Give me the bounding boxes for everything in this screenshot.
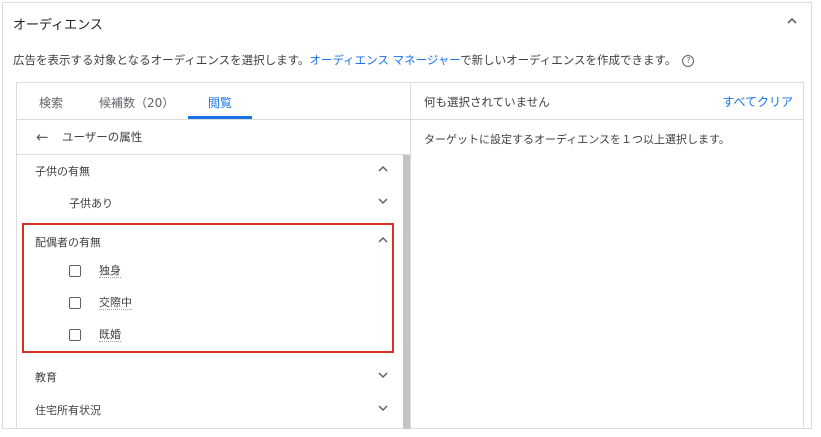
tab-candidates[interactable]: 候補数（20） bbox=[99, 94, 174, 111]
audience-card: オーディエンス 広告を表示する対象となるオーディエンスを選択します。オーディエン… bbox=[2, 2, 812, 429]
category-label: 教育 bbox=[35, 371, 57, 384]
audience-browser-panel: 検索 候補数（20） 閲覧 ← ユーザーの属性 子供の有無 子供あり 配偶者の有… bbox=[16, 82, 411, 429]
selection-status: 何も選択されていません bbox=[424, 95, 550, 109]
tab-search[interactable]: 検索 bbox=[39, 94, 63, 111]
description: 広告を表示する対象となるオーディエンスを選択します。オーディエンス マネージャー… bbox=[13, 52, 695, 68]
collapse-section-icon[interactable] bbox=[785, 14, 799, 28]
help-icon[interactable]: ? bbox=[682, 54, 695, 67]
subcategory-label: 子供あり bbox=[69, 197, 113, 210]
category-label: 住宅所有状況 bbox=[35, 404, 101, 417]
category-children[interactable]: 子供の有無 bbox=[17, 155, 401, 185]
highlight-box bbox=[22, 223, 394, 353]
chevron-down-icon[interactable] bbox=[377, 195, 389, 207]
chevron-down-icon[interactable] bbox=[377, 369, 389, 381]
category-education[interactable]: 教育 bbox=[17, 361, 401, 391]
subcategory-has-children[interactable]: 子供あり bbox=[17, 187, 401, 217]
breadcrumb[interactable]: ← ユーザーの属性 bbox=[17, 119, 410, 155]
description-text: 広告を表示する対象となるオーディエンスを選択します。 bbox=[13, 53, 310, 67]
description-text-after: で新しいオーディエンスを作成できます。 bbox=[460, 53, 677, 67]
tab-browse[interactable]: 閲覧 bbox=[208, 94, 232, 111]
category-home-ownership[interactable]: 住宅所有状況 bbox=[17, 394, 401, 424]
tab-bar: 検索 候補数（20） 閲覧 bbox=[17, 83, 410, 120]
section-title: オーディエンス bbox=[13, 18, 103, 33]
back-arrow-icon[interactable]: ← bbox=[36, 128, 49, 146]
chevron-down-icon[interactable] bbox=[377, 402, 389, 414]
selection-header: 何も選択されていません すべてクリア bbox=[411, 83, 803, 120]
empty-selection-message: ターゲットに設定するオーディエンスを１つ以上選択します。 bbox=[424, 133, 730, 146]
clear-all-button[interactable]: すべてクリア bbox=[722, 93, 793, 110]
selection-panel: 何も選択されていません すべてクリア ターゲットに設定するオーディエンスを１つ以… bbox=[410, 82, 804, 429]
chevron-up-icon[interactable] bbox=[377, 163, 389, 175]
audience-manager-link[interactable]: オーディエンス マネージャー bbox=[309, 53, 460, 67]
category-label: 子供の有無 bbox=[35, 165, 90, 178]
scrollbar[interactable] bbox=[403, 155, 410, 429]
breadcrumb-label: ユーザーの属性 bbox=[62, 130, 143, 144]
